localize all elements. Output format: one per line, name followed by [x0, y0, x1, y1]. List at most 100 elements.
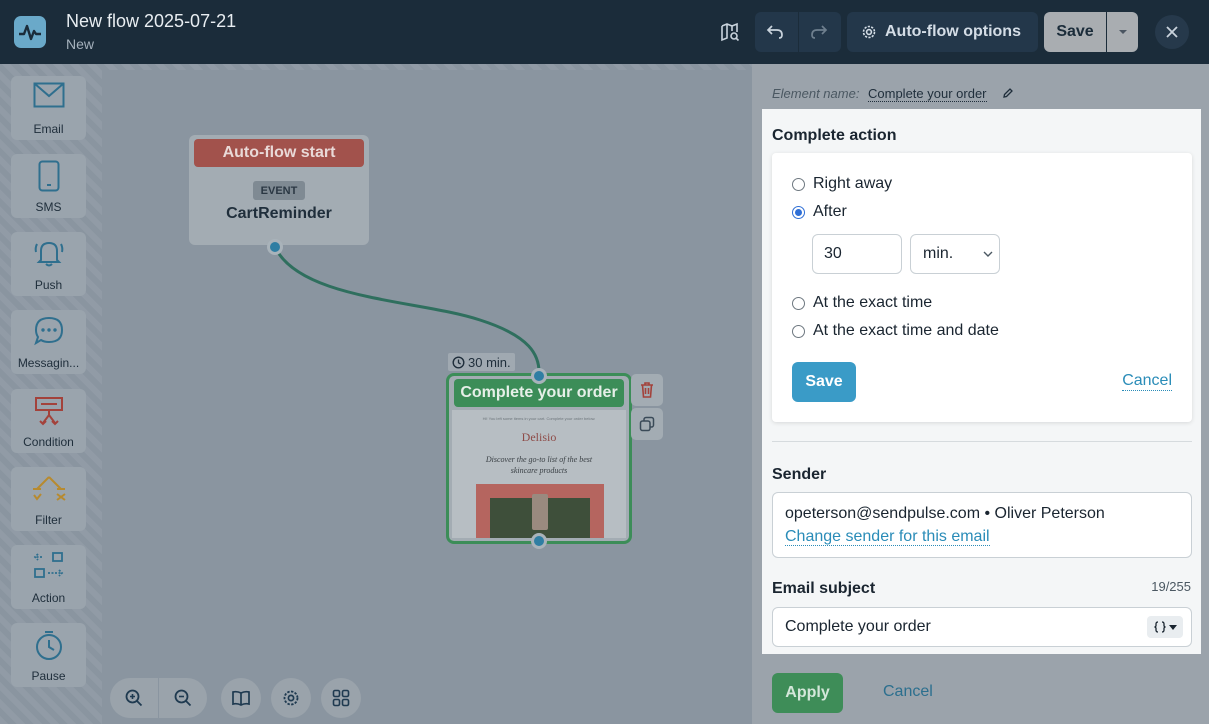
start-node-output-port[interactable]	[267, 239, 283, 255]
duplicate-node-button[interactable]	[631, 408, 663, 440]
delay-unit-value: min.	[923, 245, 954, 262]
tool-label: Action	[31, 591, 66, 605]
action-icon	[33, 552, 63, 578]
preview-tiny-text: Hi! You left some items in your cart. Co…	[482, 416, 596, 421]
preview-brand: Delisio	[521, 430, 557, 444]
preview-text: Discover the go-to list of the best skin…	[485, 455, 593, 475]
book-icon	[232, 690, 250, 706]
radio-right-away[interactable]	[792, 177, 805, 191]
chat-bubble-icon	[33, 316, 63, 346]
zoom-out-icon	[174, 689, 192, 707]
sender-box: opeterson@sendpulse.com • Oliver Peterso…	[772, 492, 1192, 558]
subject-input[interactable]: Complete your order	[772, 607, 1192, 647]
tool-push[interactable]: Push	[11, 232, 86, 296]
option-right-away[interactable]: Right away	[792, 175, 892, 193]
copy-icon	[639, 416, 655, 432]
redo-icon	[811, 25, 828, 39]
apply-button[interactable]: Apply	[772, 673, 843, 713]
delay-value-input[interactable]: 30	[812, 234, 902, 274]
complete-action-card: Right away After 30 min. At the exact ti…	[772, 153, 1192, 422]
save-flow-button[interactable]: Save	[1044, 12, 1106, 52]
tool-label: Push	[34, 278, 63, 292]
connector-line	[273, 246, 541, 376]
option-after[interactable]: After	[792, 203, 847, 221]
tool-sms[interactable]: SMS	[11, 154, 86, 218]
overview-button[interactable]	[321, 678, 361, 718]
tool-label: SMS	[35, 200, 62, 214]
complete-action-title: Complete action	[772, 127, 897, 144]
event-name: CartReminder	[226, 205, 332, 222]
settings-form: Complete action Right away After 30 min.…	[762, 109, 1201, 654]
subject-value: Complete your order	[785, 618, 931, 635]
tool-email[interactable]: Email	[11, 76, 86, 140]
pencil-icon	[1003, 88, 1013, 98]
email-preview: Hi! You left some items in your cart. Co…	[452, 410, 626, 538]
envelope-icon	[33, 82, 64, 108]
divider	[772, 441, 1192, 442]
tool-label: Email	[33, 122, 64, 136]
canvas-settings-button[interactable]	[271, 678, 311, 718]
history-controls	[755, 12, 841, 52]
email-node-input-port[interactable]	[531, 368, 547, 384]
tool-label: Messagin...	[17, 356, 80, 370]
tool-sidebar: Email SMS Push Messagin... Condition Fil…	[0, 64, 100, 724]
tool-label: Condition	[23, 435, 74, 449]
radio-exact-time[interactable]	[792, 296, 805, 310]
undo-icon	[766, 25, 783, 39]
tool-label: Pause	[31, 669, 66, 683]
save-action-button[interactable]: Save	[792, 362, 856, 402]
change-sender-link[interactable]: Change sender for this email	[785, 528, 990, 546]
clock-icon	[452, 355, 465, 369]
email-node-output-port[interactable]	[531, 533, 547, 549]
caret-down-icon	[1168, 624, 1177, 630]
tool-condition[interactable]: Condition	[11, 389, 86, 453]
caret-down-icon	[1118, 30, 1127, 34]
save-options-dropdown[interactable]	[1107, 12, 1138, 52]
email-node[interactable]: Complete your order Hi! You left some it…	[446, 373, 632, 544]
zoom-controls	[110, 678, 207, 718]
radio-after[interactable]	[792, 205, 805, 219]
chevron-down-icon	[983, 251, 993, 257]
start-node[interactable]: Auto-flow start EVENT CartReminder	[189, 135, 369, 245]
cancel-button[interactable]: Cancel	[883, 683, 933, 701]
start-node-header: Auto-flow start	[194, 139, 364, 167]
option-exact-time-date[interactable]: At the exact time and date	[792, 322, 999, 340]
option-label: At the exact time and date	[813, 322, 999, 339]
tool-action[interactable]: Action	[11, 545, 86, 609]
option-label: Right away	[813, 175, 893, 192]
phone-icon	[38, 160, 59, 192]
undo-button[interactable]	[755, 12, 795, 52]
subject-label: Email subject	[772, 580, 876, 597]
edit-name-button[interactable]	[1002, 86, 1014, 104]
tool-pause[interactable]: Pause	[11, 623, 86, 687]
auto-flow-options-button[interactable]: Auto-flow options	[847, 12, 1038, 52]
option-label: At the exact time	[813, 294, 933, 311]
element-name-value[interactable]: Complete your order	[868, 86, 987, 102]
subject-counter: 19/255	[1151, 579, 1191, 594]
close-icon	[1166, 26, 1178, 38]
zoom-in-button[interactable]	[114, 678, 154, 718]
element-name-label: Element name:	[772, 86, 860, 101]
delete-node-button[interactable]	[631, 374, 663, 406]
redo-button[interactable]	[799, 12, 839, 52]
tool-filter[interactable]: Filter	[11, 467, 86, 531]
guide-button[interactable]	[221, 678, 261, 718]
grid-icon	[332, 689, 350, 707]
filter-icon	[32, 476, 66, 501]
close-editor-button[interactable]	[1155, 15, 1189, 49]
bell-icon	[34, 241, 63, 267]
zoom-out-button[interactable]	[163, 678, 203, 718]
gear-icon	[283, 690, 299, 706]
delay-unit-select[interactable]: min.	[910, 234, 1000, 274]
radio-exact-time-date[interactable]	[792, 324, 805, 338]
cancel-action-button[interactable]: Cancel	[1122, 372, 1172, 391]
option-exact-time[interactable]: At the exact time	[792, 294, 932, 312]
tool-messaging[interactable]: Messagin...	[11, 310, 86, 374]
sender-value: opeterson@sendpulse.com • Oliver Peterso…	[785, 505, 1105, 522]
gear-icon	[862, 25, 876, 39]
insert-variable-button[interactable]	[1147, 616, 1183, 638]
condition-icon	[34, 397, 63, 426]
delay-label: 30 min.	[448, 353, 515, 371]
auto-flow-options-label: Auto-flow options	[885, 23, 1021, 40]
option-label: After	[813, 203, 847, 220]
